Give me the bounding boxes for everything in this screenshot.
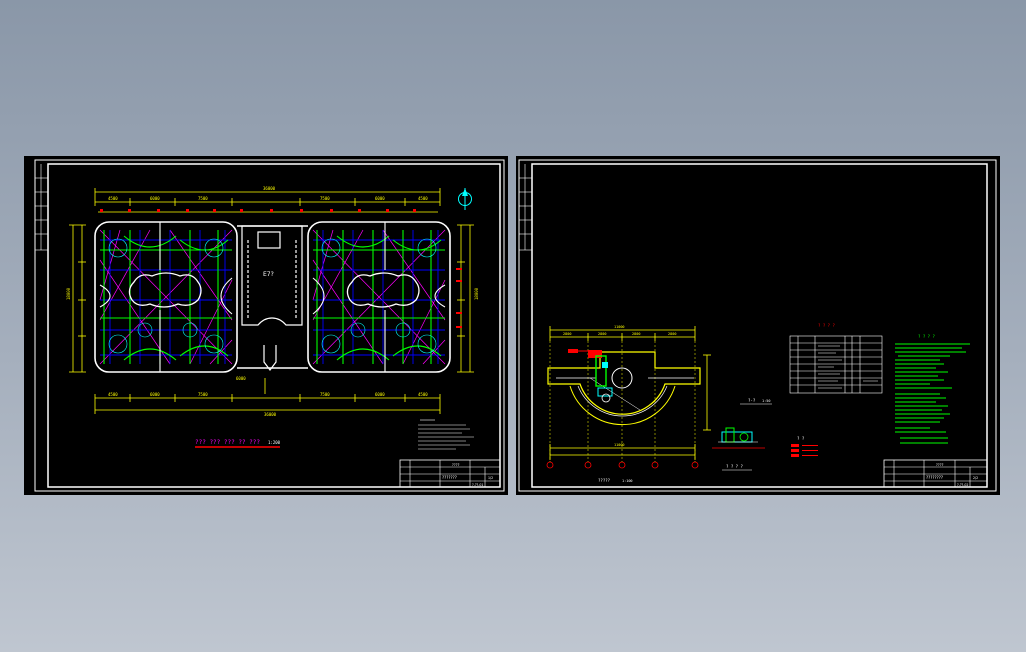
central-label: E7? — [263, 271, 274, 278]
sheet-2-project: ???? — [936, 463, 944, 467]
legend-title: ? ? — [797, 436, 805, 441]
svg-text:36000: 36000 — [263, 186, 276, 191]
sheet-2-background — [516, 156, 1000, 495]
svg-text:4500: 4500 — [418, 196, 428, 201]
svg-text:7500: 7500 — [198, 392, 208, 397]
svg-text:7500: 7500 — [320, 196, 330, 201]
design-notes-title: ? ? ? ? — [918, 334, 935, 339]
svg-text:2800: 2800 — [598, 332, 606, 336]
svg-text:6000: 6000 — [236, 376, 246, 381]
section-scale: 1:50 — [762, 399, 770, 403]
svg-text:4500: 4500 — [108, 392, 118, 397]
pump-plan-caption: ????? — [598, 478, 611, 483]
svg-text:18000: 18000 — [474, 287, 479, 300]
sheet-2[interactable]: 11000 11000 2800 2800 2800 2800 ????? 1:1… — [516, 156, 1000, 495]
svg-text:11000: 11000 — [614, 325, 625, 329]
plan-scale: 1:200 — [268, 440, 281, 445]
sheet-1-background — [24, 156, 508, 495]
section-label: ?-? — [748, 398, 756, 403]
sheet-1-project: ???? — [452, 463, 460, 467]
pump-detail-label: ? ? ? ? — [726, 464, 743, 469]
svg-text:18000: 18000 — [66, 287, 71, 300]
sheet-2-sheet-no: 2/2 — [973, 476, 978, 480]
plan-title: ??? ??? ??? ?? ??? — [195, 439, 260, 446]
cad-model-viewport[interactable]: 36000 4500 6000 7500 7500 6000 4500 18000 1… — [0, 0, 1026, 652]
svg-text:4500: 4500 — [108, 196, 118, 201]
svg-text:7500: 7500 — [320, 392, 330, 397]
sheet-1-number: ?-??-01 — [472, 483, 483, 487]
sheet-1-sheet-no: 1/2 — [488, 476, 493, 480]
svg-text:4500: 4500 — [418, 392, 428, 397]
svg-text:11000: 11000 — [614, 443, 625, 447]
sheet-1-drawing-name: ??????? — [442, 475, 457, 480]
sheet-2-drawing-name: ???????? — [926, 475, 943, 480]
sheet-2-number: ?-??-02 — [957, 483, 968, 487]
svg-text:2800: 2800 — [668, 332, 676, 336]
svg-text:6000: 6000 — [375, 196, 385, 201]
svg-text:6000: 6000 — [375, 392, 385, 397]
svg-text:2800: 2800 — [563, 332, 571, 336]
svg-text:7500: 7500 — [198, 196, 208, 201]
svg-text:2800: 2800 — [632, 332, 640, 336]
pump-plan-scale: 1:100 — [622, 479, 633, 483]
svg-text:6000: 6000 — [150, 196, 160, 201]
legend-items — [791, 444, 818, 457]
sheet-1[interactable]: 36000 4500 6000 7500 7500 6000 4500 18000 1… — [24, 156, 508, 495]
svg-text:36000: 36000 — [264, 412, 277, 417]
svg-text:6000: 6000 — [150, 392, 160, 397]
equipment-table-title: ? ? ? ? — [818, 323, 835, 328]
